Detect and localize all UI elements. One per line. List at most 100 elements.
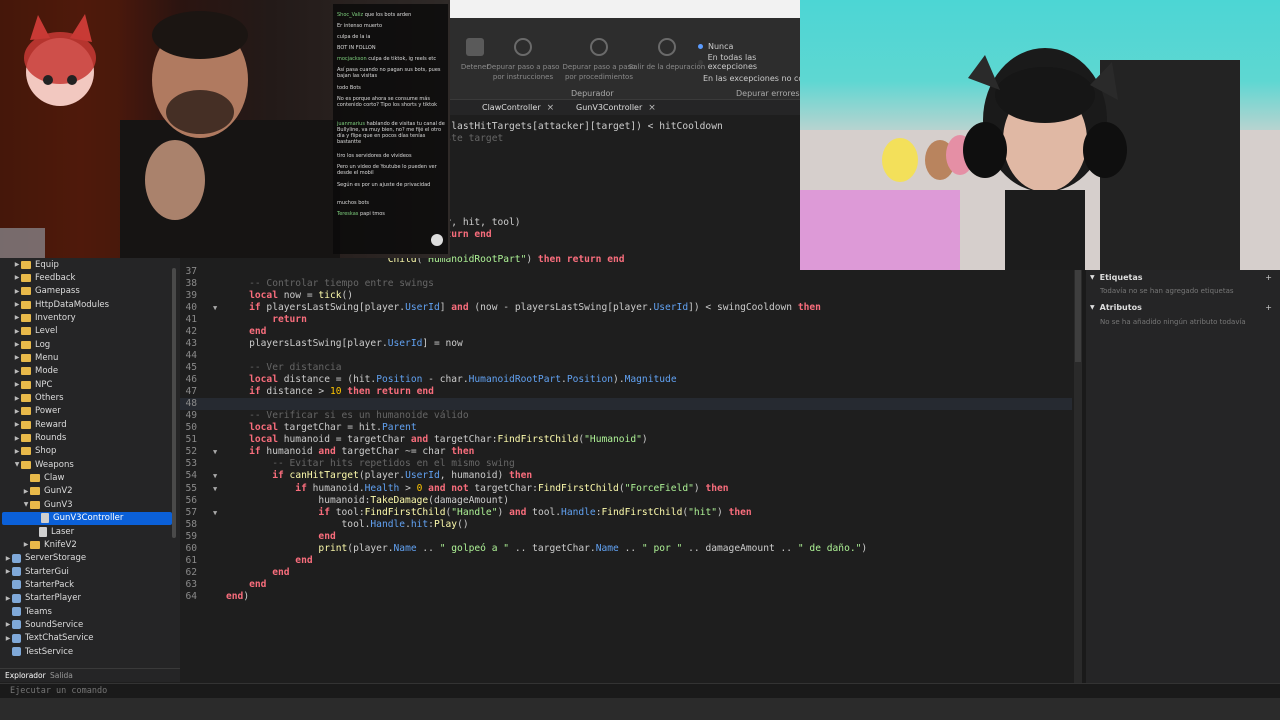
explorer-item[interactable]: ▶ Reward [0, 418, 172, 431]
expand-caret-icon[interactable]: ▶ [13, 421, 21, 428]
explorer-item[interactable]: ▶ NPC [0, 378, 172, 391]
explorer-item[interactable]: ▶ SoundService [0, 618, 172, 631]
code-token: FindFirstChild [497, 434, 579, 446]
fold-toggle-icon[interactable]: ▼ [213, 470, 217, 482]
expand-caret-icon[interactable]: ▶ [13, 301, 21, 308]
code-token: ). [613, 374, 625, 386]
explorer-item[interactable]: ▶ Equip [0, 258, 172, 271]
chat-scroll-icon[interactable] [431, 234, 443, 246]
folder-icon [21, 353, 31, 362]
editor-scrollbar[interactable] [1074, 258, 1082, 683]
expand-caret-icon[interactable]: ▶ [22, 488, 30, 495]
expand-caret-icon[interactable]: ▶ [13, 261, 21, 268]
chat-message: muchos bots [337, 200, 445, 206]
tab-claw-controller[interactable]: ClawController × [460, 100, 554, 115]
folder-icon [21, 447, 31, 456]
code-token: then [797, 301, 821, 313]
explorer-item[interactable]: ▼ GunV3 [0, 498, 172, 511]
chat-text: Así pasa cuando no pagan sus bots, pues … [337, 67, 441, 79]
expand-caret-icon[interactable]: ▶ [4, 555, 12, 562]
tab-explorer[interactable]: Explorador [5, 671, 46, 680]
code-token: local [226, 289, 278, 301]
explorer-item[interactable]: Teams [0, 605, 172, 618]
explorer-item[interactable]: ▶ KnifeV2 [0, 538, 172, 551]
explorer-item[interactable]: Laser [0, 525, 172, 538]
expand-caret-icon[interactable]: ▶ [13, 341, 21, 348]
explorer-item[interactable]: ▶ Others [0, 392, 172, 405]
code-token: ) [497, 506, 510, 518]
expand-caret-icon[interactable]: ▶ [4, 568, 12, 575]
expand-caret-icon[interactable]: ▶ [13, 408, 21, 415]
explorer-item[interactable]: ▶ GunV2 [0, 485, 172, 498]
tags-section-header[interactable]: ▼ Etiquetas + [1090, 271, 1276, 283]
close-icon[interactable]: × [648, 103, 656, 113]
expand-caret-icon[interactable]: ▼ [13, 461, 21, 468]
code-token: return [226, 313, 307, 325]
explorer-item[interactable]: StarterPack [0, 578, 172, 591]
radio-unhandled-exceptions[interactable]: En las excepciones no controladas [698, 70, 800, 86]
explorer-item[interactable]: Claw [0, 472, 172, 485]
expand-caret-icon[interactable]: ▶ [13, 381, 21, 388]
code-token: " por " [641, 542, 683, 554]
expand-caret-icon[interactable]: ▶ [13, 328, 21, 335]
streamer-webcam-right [800, 0, 1280, 270]
explorer-item[interactable]: ▶ HttpDataModules [0, 298, 172, 311]
expand-caret-icon[interactable]: ▶ [22, 541, 30, 548]
chat-text: papi tmos [359, 211, 385, 217]
explorer-item[interactable]: TestService [0, 645, 172, 658]
code-line: 57 ▼ if tool:FindFirstChild("Handle") and… [180, 507, 1072, 519]
explorer-item[interactable]: ▼ Weapons [0, 458, 172, 471]
explorer-item[interactable]: ▶ Menu [0, 351, 172, 364]
tab-gunv3-controller[interactable]: GunV3Controller × [554, 100, 656, 115]
explorer-item[interactable]: ▶ Log [0, 338, 172, 351]
explorer-item-label: GunV3 [44, 499, 73, 510]
explorer-item-label: Shop [35, 446, 57, 457]
step-into-button[interactable]: Depurar paso a paso por instrucciones [484, 38, 562, 82]
explorer-item[interactable]: ▶ Rounds [0, 432, 172, 445]
stop-icon [466, 38, 484, 56]
explorer-item[interactable]: ▶ Level [0, 325, 172, 338]
fold-toggle-icon[interactable]: ▼ [213, 507, 217, 519]
fold-toggle-icon[interactable]: ▼ [213, 483, 217, 495]
expand-caret-icon[interactable]: ▼ [22, 501, 30, 508]
tab-output[interactable]: Salida [50, 671, 73, 680]
scrollbar-thumb[interactable] [1075, 266, 1081, 362]
explorer-item[interactable]: ▶ ServerStorage [0, 552, 172, 565]
explorer-item[interactable]: ▶ StarterPlayer [0, 592, 172, 605]
expand-caret-icon[interactable]: ▶ [13, 395, 21, 402]
code-text: if distance > 10 then return end [226, 386, 434, 398]
add-attribute-button[interactable]: + [1265, 303, 1272, 312]
expand-caret-icon[interactable]: ▶ [4, 595, 12, 602]
fold-toggle-icon[interactable]: ▼ [213, 446, 217, 458]
expand-caret-icon[interactable]: ▶ [4, 621, 12, 628]
expand-caret-icon[interactable]: ▶ [13, 435, 21, 442]
explorer-item[interactable]: ▶ Feedback [0, 271, 172, 284]
expand-caret-icon[interactable]: ▶ [13, 368, 21, 375]
explorer-item[interactable]: ▶ Gamepass [0, 285, 172, 298]
expand-caret-icon[interactable]: ▶ [13, 314, 21, 321]
attributes-section-header[interactable]: ▼ Atributos + [1090, 301, 1276, 313]
chat-text: muchos bots [337, 200, 370, 206]
expand-caret-icon[interactable]: ▶ [4, 635, 12, 642]
expand-caret-icon[interactable]: ▶ [13, 274, 21, 281]
step-over-button[interactable]: Depurar paso a paso por procedimientos [560, 38, 638, 82]
explorer-item[interactable]: ▶ Power [0, 405, 172, 418]
step-out-button[interactable]: Salir de la depuración [628, 38, 706, 72]
explorer-item[interactable]: ▶ StarterGui [0, 565, 172, 578]
expand-caret-icon[interactable]: ▶ [13, 354, 21, 361]
explorer-item[interactable]: ▶ Inventory [0, 311, 172, 324]
explorer-item[interactable]: GunV3Controller [2, 511, 172, 525]
explorer-scrollbar[interactable] [172, 268, 176, 538]
radio-never[interactable]: Nunca [698, 38, 800, 54]
add-tag-button[interactable]: + [1265, 273, 1272, 282]
radio-all-exceptions[interactable]: En todas las excepciones [698, 53, 800, 71]
command-input[interactable] [10, 686, 910, 696]
explorer-item[interactable]: ▶ Mode [0, 365, 172, 378]
fold-toggle-icon[interactable]: ▼ [213, 302, 217, 314]
explorer-item[interactable]: ▶ Shop [0, 445, 172, 458]
code-token: Name [393, 542, 417, 554]
explorer-item[interactable]: ▶ TextChatService [0, 632, 172, 645]
expand-caret-icon[interactable]: ▶ [13, 288, 21, 295]
line-number: 48 [185, 398, 197, 410]
expand-caret-icon[interactable]: ▶ [13, 448, 21, 455]
